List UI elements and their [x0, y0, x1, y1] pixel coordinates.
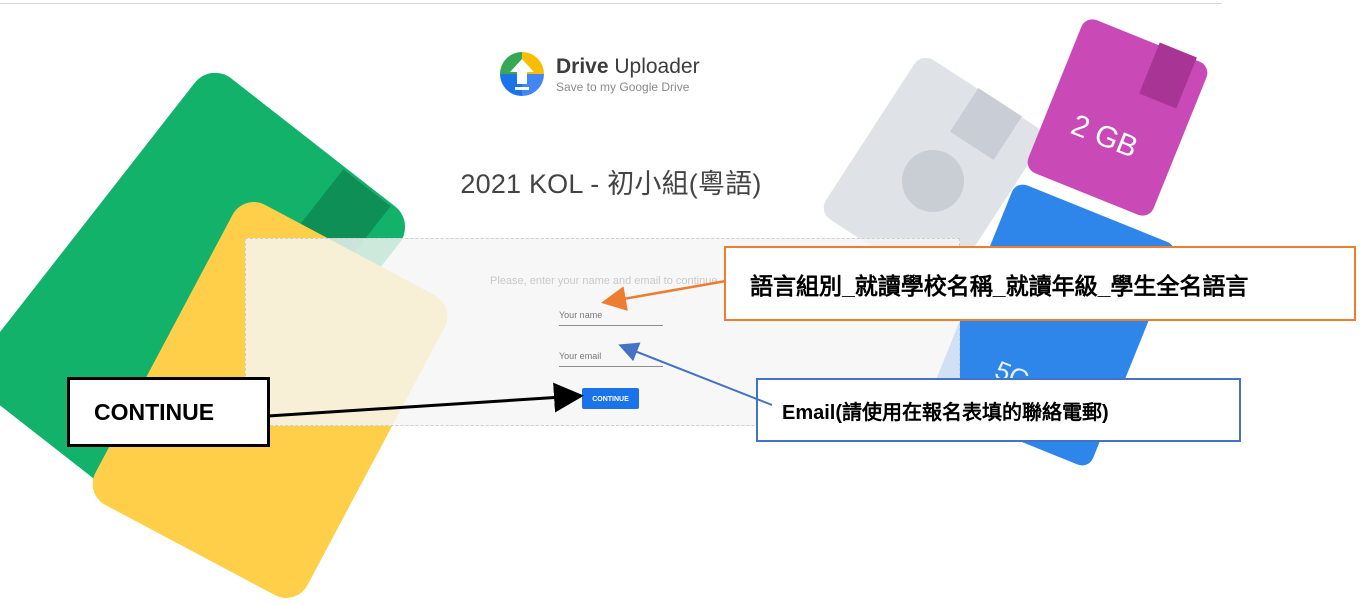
page-title: 2021 KOL - 初小組(粵語) [460, 169, 762, 199]
app-name: Drive Uploader [556, 54, 700, 78]
form-instructions: Please, enter your name and email to con… [490, 275, 718, 287]
email-input[interactable] [559, 351, 663, 367]
continue-button[interactable]: CONTINUE [582, 388, 639, 409]
name-input[interactable] [559, 310, 663, 326]
app-tagline: Save to my Google Drive [556, 79, 690, 94]
continue-callout: CONTINUE [67, 377, 270, 447]
name-format-text: 語言組別_就讀學校名稱_就讀年級_學生全名語言 [750, 272, 1249, 299]
app-logo: Drive Uploader Save to my Google Drive [496, 48, 700, 100]
email-hint-text: Email(請使用在報名表填的聯絡電郵) [782, 401, 1109, 424]
name-format-callout: 語言組別_就讀學校名稱_就讀年級_學生全名語言 [724, 246, 1356, 321]
email-callout: Email(請使用在報名表填的聯絡電郵) [756, 378, 1241, 442]
continue-hint-text: CONTINUE [94, 398, 215, 425]
top-divider [0, 3, 1222, 4]
drive-uploader-logo-icon [496, 48, 548, 100]
